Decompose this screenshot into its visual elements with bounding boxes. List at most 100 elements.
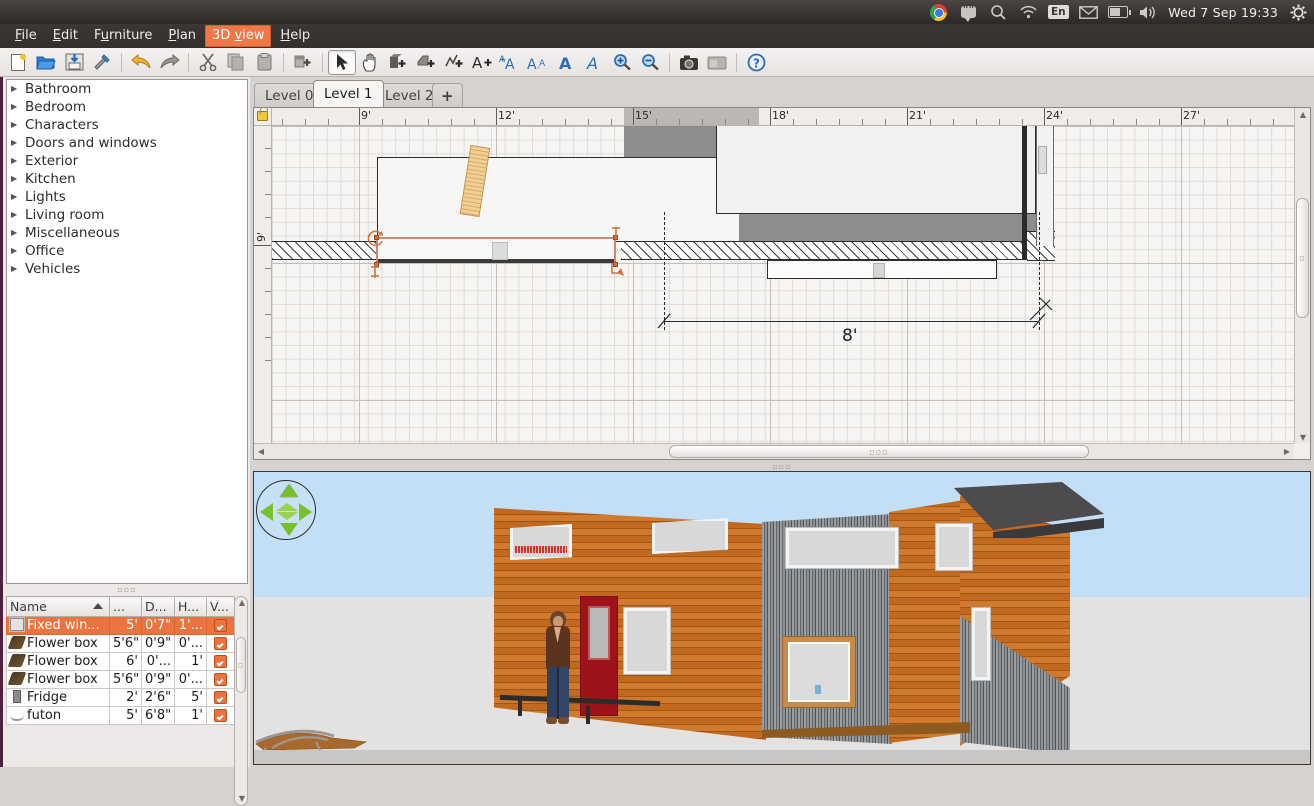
scrollbar-thumb[interactable]: ▫ (236, 637, 246, 693)
add-furniture-icon[interactable] (289, 50, 317, 75)
catalog-item-bathroom[interactable]: ▶ Bathroom (7, 80, 247, 98)
row-visible-cell[interactable] (206, 688, 235, 707)
furniture-list-scrollbar[interactable]: ▲ ▫ ▼ (234, 596, 248, 806)
scroll-up-arrow-icon[interactable]: ▲ (1295, 108, 1311, 120)
row-height-cell[interactable]: 0'... (174, 670, 207, 689)
window-lower-left[interactable] (624, 608, 670, 674)
woman-character-3d-object[interactable] (537, 611, 579, 727)
tiny-house-3d-object[interactable] (494, 482, 1104, 761)
row-height-cell[interactable]: 1'... (174, 616, 207, 635)
visible-checkbox[interactable] (214, 709, 227, 722)
open-icon[interactable] (32, 50, 60, 75)
menu-plan[interactable]: Plan (161, 25, 203, 47)
compass-down-arrow[interactable] (280, 523, 298, 536)
row-visible-cell[interactable] (206, 670, 235, 689)
furniture-catalog-tree[interactable]: ▶ Bathroom ▶ Bedroom ▶ Characters ▶ Door… (6, 79, 248, 584)
battery-icon[interactable] (1108, 2, 1132, 22)
mail-icon[interactable] (1078, 2, 1098, 22)
chevron-right-icon[interactable]: ▶ (11, 211, 25, 219)
furniture-table[interactable]: Name ... D... H... V... Fixed win... 5' … (6, 596, 235, 725)
window-corrugated-upper[interactable] (786, 528, 898, 568)
search-icon[interactable] (988, 2, 1008, 22)
create-walls-icon[interactable] (384, 50, 412, 75)
cut-icon[interactable] (194, 50, 222, 75)
rotate-handle-icon[interactable] (366, 229, 386, 249)
scroll-down-arrow-icon[interactable]: ▼ (235, 793, 249, 805)
row-name-cell[interactable]: Flower box (6, 670, 110, 689)
height-handle-icon[interactable] (608, 225, 624, 241)
window-upper-left[interactable] (510, 524, 572, 560)
column-header-height[interactable]: H... (174, 596, 207, 617)
decrease-text-size-icon[interactable]: AA- (524, 50, 552, 75)
add-text-icon[interactable]: A (468, 50, 496, 75)
paste-icon[interactable] (250, 50, 278, 75)
scroll-down-arrow-icon[interactable]: ▼ (1295, 431, 1311, 443)
row-height-cell[interactable]: 1' (174, 652, 207, 671)
row-visible-cell[interactable] (206, 634, 235, 653)
row-width-cell[interactable]: 5' (109, 616, 142, 635)
room-white-right[interactable] (716, 126, 1036, 214)
compass-center-down[interactable] (276, 512, 298, 520)
row-height-cell[interactable]: 0'... (174, 634, 207, 653)
catalog-item-lights[interactable]: ▶ Lights (7, 188, 247, 206)
row-name-cell[interactable]: futon (6, 706, 110, 725)
window-side-upper[interactable] (936, 524, 972, 570)
row-name-cell[interactable]: Fridge (6, 688, 110, 707)
column-header-width[interactable]: ... (109, 596, 142, 617)
menu-file[interactable]: File (8, 25, 44, 47)
window-upper-mid[interactable] (652, 518, 728, 554)
plan-3d-splitter[interactable]: ▫▫▫ (253, 462, 1311, 471)
increase-text-size-icon[interactable]: A + A (496, 50, 524, 75)
menu-help[interactable]: Help (273, 25, 317, 47)
save-icon[interactable] (60, 50, 88, 75)
visible-checkbox[interactable] (214, 655, 227, 668)
row-width-cell[interactable]: 5' (109, 706, 142, 725)
volume-icon[interactable] (1138, 2, 1158, 22)
bold-text-icon[interactable]: A (552, 50, 580, 75)
plan-vertical-scrollbar[interactable]: ▲ ▫ ▼ (1294, 108, 1310, 443)
dimension-line[interactable] (664, 321, 1039, 322)
3d-view[interactable] (253, 471, 1311, 765)
catalog-item-office[interactable]: ▶ Office (7, 242, 247, 260)
row-visible-cell[interactable] (206, 652, 235, 671)
lock-icon[interactable] (257, 107, 268, 121)
zoom-in-icon[interactable] (608, 50, 636, 75)
row-width-cell[interactable]: 5'6" (109, 634, 142, 653)
photo-create-icon[interactable] (675, 50, 703, 75)
room-white-left[interactable] (377, 157, 739, 242)
column-header-name[interactable]: Name (6, 596, 110, 617)
table-row[interactable]: Flower box 5'6" 0'9" 0'... (6, 670, 235, 689)
row-depth-cell[interactable]: 6'8" (141, 706, 175, 725)
menu-3d-view[interactable]: 3D view (205, 25, 272, 47)
chrome-icon[interactable] (928, 2, 948, 22)
chevron-right-icon[interactable]: ▶ (11, 139, 25, 147)
chevron-right-icon[interactable]: ▶ (11, 121, 25, 129)
wall-bottom[interactable] (621, 241, 1041, 260)
scrollbar-thumb[interactable]: ▫▫▫ (669, 445, 1089, 458)
catalog-item-miscellaneous[interactable]: ▶ Miscellaneous (7, 224, 247, 242)
undo-icon[interactable] (127, 50, 155, 75)
plan-canvas[interactable]: 8' (272, 126, 1294, 443)
redo-icon[interactable] (155, 50, 183, 75)
row-width-cell[interactable]: 2' (109, 688, 142, 707)
row-name-cell[interactable]: Fixed win... (6, 616, 110, 635)
compass-left-arrow[interactable] (260, 503, 273, 521)
catalog-item-exterior[interactable]: ▶ Exterior (7, 152, 247, 170)
menu-edit[interactable]: Edit (46, 25, 85, 47)
catalog-item-characters[interactable]: ▶ Characters (7, 116, 247, 134)
window-right[interactable] (1038, 146, 1047, 174)
row-name-cell[interactable]: Flower box (6, 652, 110, 671)
chevron-right-icon[interactable]: ▶ (11, 175, 25, 183)
row-depth-cell[interactable]: 0'9" (141, 670, 175, 689)
row-width-cell[interactable]: 6' (109, 652, 142, 671)
left-panel-splitter[interactable]: ▫▫▫ (6, 586, 248, 594)
preferences-icon[interactable] (88, 50, 116, 75)
table-row[interactable]: Fixed win... 5' 0'7" 1'... (6, 616, 235, 635)
row-depth-cell[interactable]: 0'7" (141, 616, 175, 635)
wall-right[interactable] (1022, 126, 1027, 259)
catalog-item-vehicles[interactable]: ▶ Vehicles (7, 260, 247, 278)
wall-left[interactable] (272, 241, 379, 260)
catalog-item-bedroom[interactable]: ▶ Bedroom (7, 98, 247, 116)
scrollbar-thumb[interactable]: ▫ (1296, 198, 1309, 318)
column-header-depth[interactable]: D... (141, 596, 175, 617)
